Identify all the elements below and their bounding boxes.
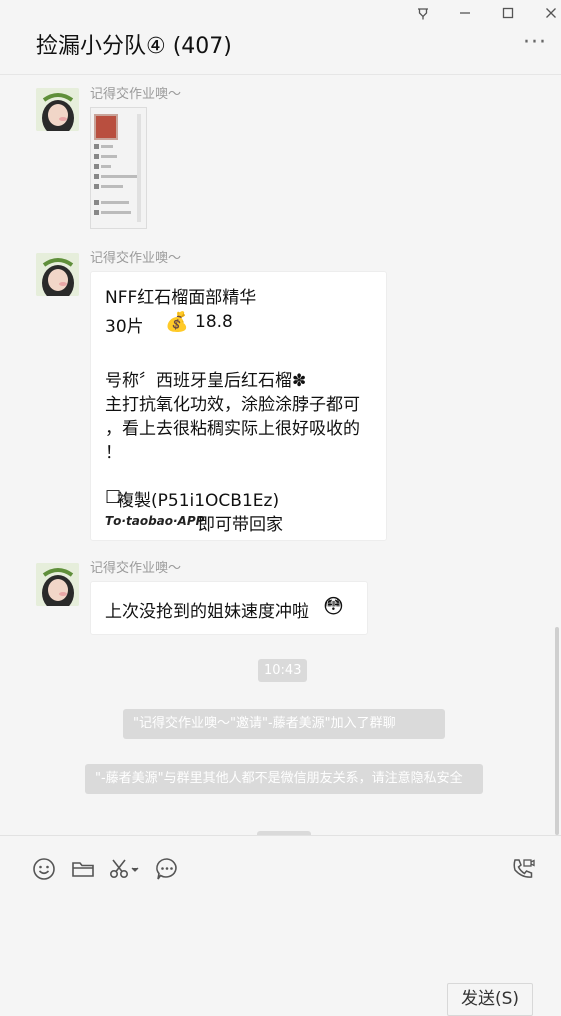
sender-name: 记得交作业噢～ bbox=[90, 87, 182, 102]
message-line: 複製(P51i1OCB1Ez) bbox=[117, 491, 280, 511]
text-message-bubble[interactable]: 上次没抢到的姐妹速度冲啦 😳 bbox=[90, 581, 368, 635]
avatar[interactable] bbox=[36, 253, 79, 296]
scrollbar[interactable] bbox=[555, 627, 559, 835]
close-icon[interactable] bbox=[543, 5, 559, 21]
maximize-icon[interactable] bbox=[500, 5, 516, 21]
avatar[interactable] bbox=[36, 563, 79, 606]
message-line: 号称〞西班牙皇后红石榴✽ bbox=[105, 371, 307, 391]
message-line: ！ bbox=[105, 443, 122, 463]
flushed-face-icon: 😳 bbox=[323, 594, 344, 618]
video-call-icon[interactable] bbox=[510, 856, 536, 882]
emoji-icon[interactable] bbox=[31, 856, 57, 882]
timestamp: 10:43 bbox=[258, 659, 308, 682]
pin-icon[interactable] bbox=[415, 5, 431, 21]
message-line: NFF红石榴面部精华 bbox=[105, 288, 257, 308]
chat-message-list[interactable]: 记得交作业噢～ 记得交作业噢～ NFF红石榴面部精华 30片 💰 18.8 号称… bbox=[0, 75, 561, 835]
system-notice: "记得交作业噢～"邀请"-藤者美源"加入了群聊 bbox=[123, 709, 445, 739]
money-bag-icon: 💰 bbox=[165, 311, 189, 333]
send-button[interactable]: 发送(S) bbox=[447, 983, 533, 1016]
sender-name: 记得交作业噢～ bbox=[90, 561, 182, 576]
sender-name: 记得交作业噢～ bbox=[90, 251, 182, 266]
message-line: 即可带回家 bbox=[198, 515, 283, 535]
chat-bubble-icon[interactable] bbox=[154, 856, 180, 882]
text-message-bubble[interactable]: NFF红石榴面部精华 30片 💰 18.8 号称〞西班牙皇后红石榴✽ 主打抗氧化… bbox=[90, 271, 387, 541]
message-line: 18.8 bbox=[195, 312, 233, 332]
folder-icon[interactable] bbox=[70, 856, 96, 882]
scissors-icon[interactable] bbox=[108, 856, 140, 882]
message-line: ，看上去很粘稠实际上很好吸收的 bbox=[105, 419, 360, 439]
title-bar: 捡漏小分队④ (407) ··· bbox=[0, 0, 561, 75]
system-notice: "-藤者美源"与群里其他人都不是微信朋友关系，请注意隐私安全 bbox=[85, 764, 483, 794]
chat-title: 捡漏小分队④ (407) bbox=[36, 34, 232, 59]
message-line: 𝙏𝙤·𝙩𝙖𝙤𝙗𝙖𝙤·𝘼𝙋𝙋 bbox=[105, 514, 205, 528]
message-line: 主打抗氧化功效，涂脸涂脖子都可 bbox=[105, 395, 360, 415]
minimize-icon[interactable] bbox=[457, 5, 473, 21]
message-text: 上次没抢到的姐妹速度冲啦 bbox=[105, 602, 309, 622]
message-line: 30片 bbox=[105, 317, 144, 337]
image-message-thumbnail[interactable] bbox=[90, 107, 147, 229]
more-options-button[interactable]: ··· bbox=[523, 32, 547, 54]
avatar[interactable] bbox=[36, 88, 79, 131]
